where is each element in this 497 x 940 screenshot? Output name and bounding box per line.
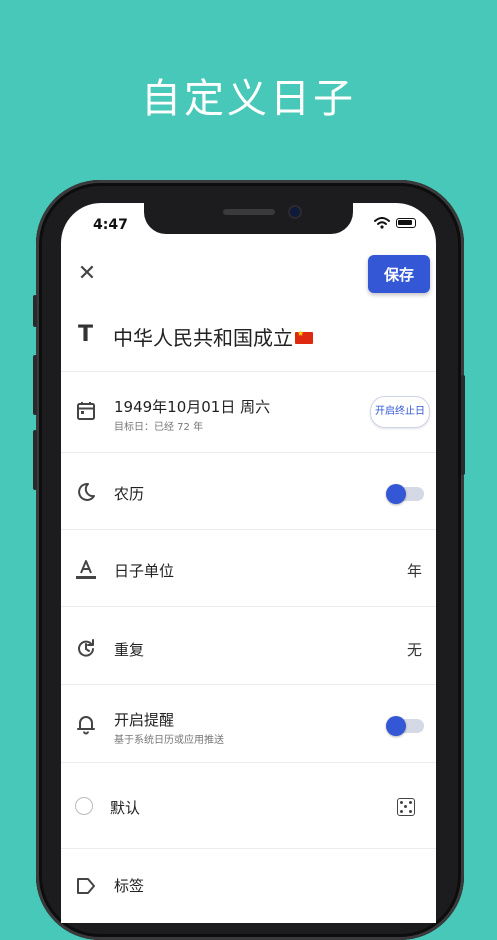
text-format-icon: T <box>78 322 94 347</box>
dice-icon[interactable] <box>397 798 415 816</box>
phone-volume-up <box>33 355 37 415</box>
app-screen: 4:47 ✕ 保存 T 中华人民共和国成立 1949年10月01日 周六 目标日… <box>61 203 436 923</box>
wifi-icon <box>374 217 390 229</box>
calendar-icon <box>77 402 95 420</box>
tag-row[interactable]: 标签 <box>61 849 436 923</box>
toggle-knob <box>386 484 406 504</box>
repeat-value: 无 <box>406 641 422 659</box>
phone-power-button <box>461 375 465 475</box>
save-button[interactable]: 保存 <box>368 255 430 293</box>
status-icons <box>374 217 416 229</box>
phone-side-button <box>33 295 37 327</box>
front-camera <box>290 207 300 217</box>
unit-row[interactable]: 日子单位 年 <box>61 530 436 606</box>
title-input[interactable]: 中华人民共和国成立 <box>113 322 313 351</box>
reminder-subtitle: 基于系统日历或应用推送 <box>114 735 224 746</box>
end-date-button[interactable]: 开启终止日 <box>370 396 430 428</box>
speaker <box>223 209 275 215</box>
toggle-knob <box>386 716 406 736</box>
status-time: 4:47 <box>93 217 128 233</box>
repeat-row[interactable]: 重复 无 <box>61 607 436 684</box>
repeat-icon <box>78 639 94 657</box>
date-subtitle: 目标日：已经 72 年 <box>114 422 204 433</box>
unit-value: 年 <box>406 562 422 580</box>
notch <box>144 203 353 234</box>
date-row[interactable]: 1949年10月01日 周六 目标日：已经 72 年 开启终止日 <box>61 372 436 452</box>
reminder-toggle[interactable] <box>386 716 424 736</box>
headline: 自定义日子 <box>141 76 356 122</box>
reminder-row[interactable]: 开启提醒 基于系统日历或应用推送 <box>61 685 436 762</box>
moon-icon <box>78 482 95 501</box>
bell-icon <box>77 716 95 735</box>
unit-label: 日子单位 <box>114 562 175 580</box>
tag-label: 标签 <box>114 877 145 895</box>
reminder-label: 开启提醒 <box>114 711 175 729</box>
battery-icon <box>396 218 416 228</box>
default-row[interactable]: 默认 <box>61 763 436 848</box>
text-color-icon <box>76 560 96 579</box>
title-field[interactable]: T 中华人民共和国成立 <box>61 308 436 366</box>
title-value: 中华人民共和国成立 <box>113 326 293 350</box>
default-label: 默认 <box>110 799 141 817</box>
china-flag-icon <box>295 329 313 344</box>
lunar-toggle[interactable] <box>386 484 424 504</box>
tag-icon <box>77 878 95 894</box>
phone-volume-down <box>33 430 37 490</box>
date-value: 1949年10月01日 周六 <box>114 398 271 416</box>
default-radio[interactable] <box>75 797 93 815</box>
lunar-label: 农历 <box>114 485 145 503</box>
close-button[interactable]: ✕ <box>74 261 100 287</box>
repeat-label: 重复 <box>114 641 145 659</box>
lunar-row[interactable]: 农历 <box>61 453 436 529</box>
